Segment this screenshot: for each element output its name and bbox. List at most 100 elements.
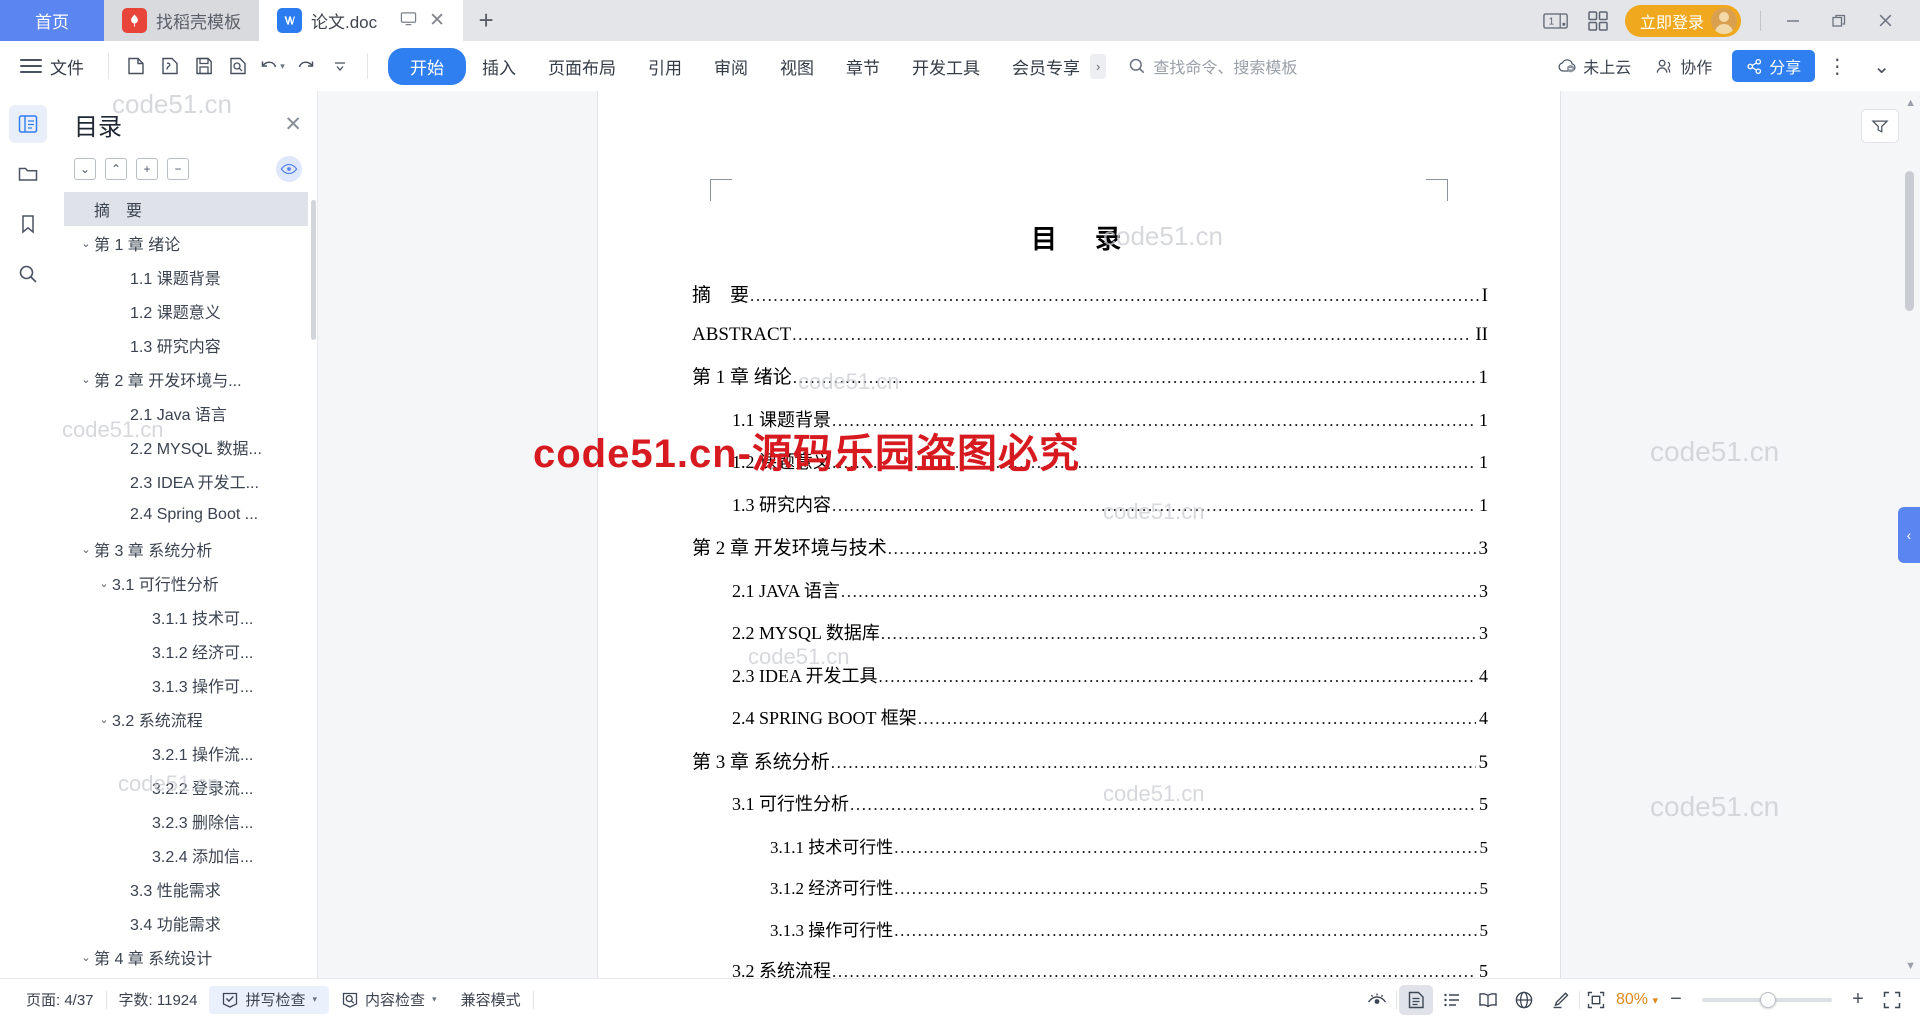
- collapse-up-button[interactable]: ⌃: [105, 158, 127, 180]
- toc-item[interactable]: ⌄ 3.2 系统流程: [64, 702, 308, 736]
- word-count[interactable]: 字数: 11924: [107, 989, 210, 1010]
- tab-close-icon[interactable]: ✕: [429, 11, 445, 30]
- chevron-down-icon[interactable]: ⌄: [78, 373, 94, 386]
- toc-item[interactable]: ⌄2.3 IDEA 开发工...: [64, 464, 308, 498]
- toc-item[interactable]: ⌄1.1 课题背景: [64, 260, 308, 294]
- scroll-up-button[interactable]: ▲: [1905, 97, 1916, 109]
- tab-view[interactable]: 视图: [764, 48, 830, 85]
- chevron-down-icon[interactable]: ⌄: [78, 237, 94, 250]
- document-toc-entry[interactable]: 3.1 可行性分析...............................…: [670, 790, 1488, 816]
- scroll-down-button[interactable]: ▼: [1905, 960, 1916, 972]
- tab-section[interactable]: 章节: [830, 48, 896, 85]
- tab-screen-icon[interactable]: [400, 10, 417, 32]
- toc-item[interactable]: ⌄3.2.4 添加信...: [64, 838, 308, 872]
- menu-icon[interactable]: [20, 59, 42, 73]
- toc-item[interactable]: ⌄ 3.1 可行性分析: [64, 566, 308, 600]
- fit-page-icon[interactable]: [1582, 987, 1610, 1013]
- toc-item-list[interactable]: ⌄摘 要⌄第 1 章 绪论⌄1.1 课题背景⌄1.2 课题意义⌄1.3 研究内容…: [56, 192, 318, 978]
- pen-markup-icon[interactable]: [1543, 985, 1577, 1015]
- content-check-button[interactable]: 内容检查 ▾: [329, 989, 449, 1010]
- chevron-down-icon[interactable]: ▾: [432, 994, 437, 1005]
- minimize-button[interactable]: [1770, 0, 1816, 41]
- quick-access-more-button[interactable]: [323, 49, 357, 83]
- filter-panel-icon[interactable]: [1861, 109, 1899, 143]
- document-toc-entry[interactable]: 2.1 JAVA 语言.............................…: [670, 577, 1488, 603]
- tab-member-exclusive[interactable]: 会员专享: [996, 48, 1096, 85]
- document-toc-entry[interactable]: 摘 要.....................................…: [670, 280, 1488, 307]
- toc-item[interactable]: ⌄3.2.1 操作流...: [64, 736, 308, 770]
- save-icon[interactable]: [187, 49, 221, 83]
- ribbon-collapse-button[interactable]: ⌄: [1861, 54, 1904, 79]
- sidebar-item-search[interactable]: [9, 255, 47, 293]
- toc-item[interactable]: ⌄3.1.1 技术可...: [64, 600, 308, 634]
- redo-button[interactable]: [289, 49, 323, 83]
- side-flyout-button[interactable]: ‹: [1898, 506, 1920, 563]
- tab-home[interactable]: 首页: [0, 0, 104, 41]
- document-toc-entry[interactable]: 2.4 SPRING BOOT 框架......................…: [670, 704, 1488, 730]
- document-toc-entry[interactable]: 2.2 MYSQL 数据库...........................…: [670, 619, 1488, 645]
- toc-item[interactable]: ⌄ 第 4 章 系统设计: [64, 940, 308, 974]
- toc-item[interactable]: ⌄摘 要: [64, 192, 308, 226]
- document-toc-entry[interactable]: 1.1 课题背景................................…: [670, 406, 1488, 432]
- expand-all-button[interactable]: +: [136, 158, 158, 180]
- toc-item[interactable]: ⌄3.3 性能需求: [64, 872, 308, 906]
- toc-item[interactable]: ⌄2.1 Java 语言: [64, 396, 308, 430]
- page-indicator[interactable]: 页面: 4/37: [14, 989, 106, 1010]
- chevron-down-icon[interactable]: ⌄: [78, 543, 94, 556]
- toc-item[interactable]: ⌄3.2.2 登录流...: [64, 770, 308, 804]
- tab-page-layout[interactable]: 页面布局: [532, 48, 632, 85]
- zoom-slider-knob[interactable]: [1760, 991, 1776, 1008]
- outline-view-icon[interactable]: [1435, 985, 1469, 1015]
- collapse-all-button[interactable]: −: [167, 158, 189, 180]
- chevron-down-icon[interactable]: ⌄: [96, 577, 112, 590]
- tab-review[interactable]: 审阅: [698, 48, 764, 85]
- chevron-down-icon[interactable]: ▾: [1652, 995, 1658, 1007]
- file-menu-button[interactable]: 文件: [50, 54, 84, 79]
- toc-item[interactable]: ⌄3.2.3 删除信...: [64, 804, 308, 838]
- sidebar-item-folder[interactable]: [9, 155, 47, 193]
- document-toc-entry[interactable]: 3.1.2 经济可行性.............................…: [670, 874, 1488, 899]
- eye-preview-icon[interactable]: [276, 156, 302, 182]
- document-toc-entry[interactable]: 3.2 系统流程................................…: [670, 957, 1488, 978]
- document-page[interactable]: 目 录 摘 要.................................…: [533, 91, 1560, 978]
- login-button[interactable]: 立即登录: [1624, 4, 1741, 37]
- undo-caret-icon[interactable]: ▾: [280, 61, 285, 72]
- sidebar-item-bookmark[interactable]: [9, 205, 47, 243]
- toc-scrollbar[interactable]: [311, 200, 316, 340]
- new-tab-button[interactable]: +: [463, 0, 509, 41]
- toc-item[interactable]: ⌄2.2 MYSQL 数据...: [64, 430, 308, 464]
- apps-grid-icon[interactable]: [1577, 0, 1619, 41]
- zoom-slider[interactable]: [1702, 991, 1832, 1008]
- tab-developer-tools[interactable]: 开发工具: [896, 48, 996, 85]
- chevron-down-icon[interactable]: ⌄: [78, 951, 94, 964]
- page-view-icon[interactable]: [1398, 984, 1433, 1015]
- open-doc-icon[interactable]: [153, 49, 187, 83]
- undo-button[interactable]: ▾: [255, 49, 289, 83]
- tab-docer-template[interactable]: 找稻壳模板: [104, 0, 259, 41]
- maximize-button[interactable]: [1816, 0, 1862, 41]
- sidebar-item-catalog[interactable]: [9, 105, 47, 143]
- tab-references[interactable]: 引用: [632, 48, 698, 85]
- expand-down-button[interactable]: ⌄: [74, 158, 96, 180]
- search-box[interactable]: 查找命令、搜索模板: [1128, 54, 1297, 78]
- document-toc-entry[interactable]: 3.1.1 技术可行性.............................…: [670, 833, 1488, 858]
- spellcheck-button[interactable]: 拼写检查 ▾: [209, 985, 330, 1014]
- document-toc-entry[interactable]: ABSTRACT................................…: [670, 324, 1488, 346]
- chevron-down-icon[interactable]: ⌄: [96, 713, 112, 726]
- toc-item[interactable]: ⌄ 第 3 章 系统分析: [64, 532, 308, 566]
- toc-item[interactable]: ⌄4.1 系统设计思...: [64, 974, 308, 978]
- share-button[interactable]: 分享: [1732, 50, 1816, 82]
- document-toc-entry[interactable]: 第 2 章 开发环境与技术...........................…: [670, 533, 1488, 560]
- ribbon-overflow-button[interactable]: ⋮: [1815, 54, 1861, 79]
- document-toc-entry[interactable]: 1.2 课题意义................................…: [670, 448, 1488, 474]
- cloud-status-button[interactable]: 未上云: [1545, 54, 1643, 78]
- toc-item[interactable]: ⌄3.1.2 经济可...: [64, 634, 308, 668]
- toc-item[interactable]: ⌄3.1.3 操作可...: [64, 668, 308, 702]
- document-toc-entry[interactable]: 1.3 研究内容................................…: [670, 491, 1488, 517]
- new-doc-icon[interactable]: [119, 49, 153, 83]
- document-toc-entry[interactable]: 第 3 章 系统分析..............................…: [670, 747, 1488, 774]
- zoom-out-button[interactable]: −: [1664, 988, 1688, 1011]
- close-button[interactable]: [1862, 0, 1908, 41]
- document-toc-entry[interactable]: 第 1 章 绪论................................…: [670, 362, 1488, 389]
- tab-document-lunwen[interactable]: 论文.doc ✕: [259, 0, 464, 41]
